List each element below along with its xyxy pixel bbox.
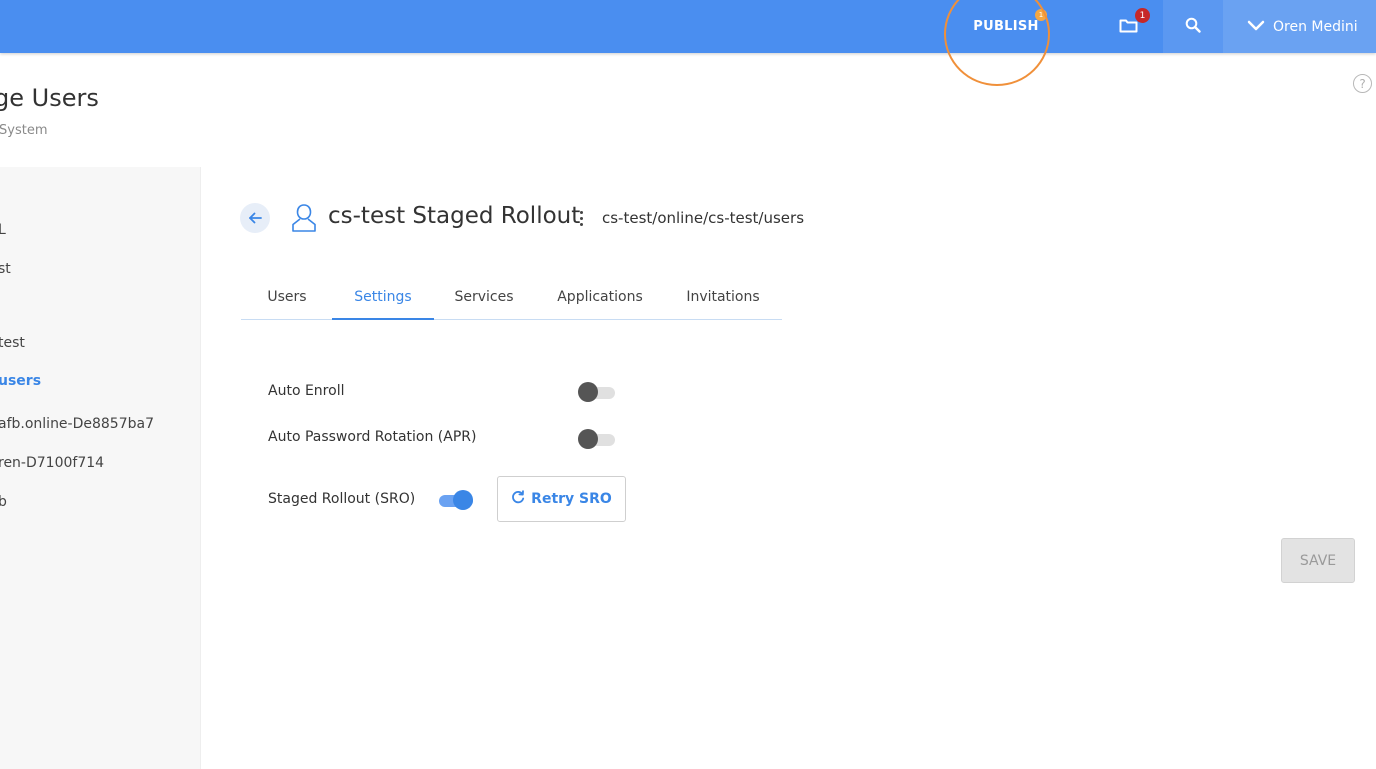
retry-sro-button[interactable]: Retry SRO	[497, 476, 626, 522]
user-group-icon	[289, 202, 319, 238]
arrow-left-icon	[248, 209, 262, 228]
sidebar: L st test users afb.online-De8857ba7 ren…	[0, 167, 201, 769]
folder-button[interactable]	[1100, 0, 1156, 53]
group-path: cs-test/online/cs-test/users	[602, 209, 805, 227]
retry-sro-label: Retry SRO	[531, 491, 612, 507]
refresh-icon	[511, 490, 531, 508]
user-menu-button[interactable]: Oren Medini	[1223, 0, 1376, 53]
search-icon	[1185, 17, 1201, 37]
page-title: ge Users	[0, 84, 99, 112]
tab-services[interactable]: Services	[448, 278, 520, 320]
publish-label: PUBLISH	[973, 19, 1039, 34]
save-button[interactable]: SAVE	[1281, 538, 1355, 583]
tab-settings[interactable]: Settings	[332, 278, 434, 320]
auto-enroll-toggle[interactable]	[578, 381, 616, 403]
tab-users[interactable]: Users	[256, 278, 318, 320]
user-name: Oren Medini	[1273, 18, 1358, 35]
chevron-down-icon	[1247, 19, 1273, 35]
apr-toggle[interactable]	[578, 428, 616, 450]
back-button[interactable]	[240, 203, 270, 233]
group-title: cs-test Staged Rollout	[328, 203, 581, 229]
search-button[interactable]	[1163, 0, 1223, 53]
page-subtitle: System	[0, 123, 48, 138]
sidebar-item[interactable]: L	[0, 222, 6, 238]
notification-badge: 1	[1135, 8, 1150, 23]
top-bar: PUBLISH 1 1 Oren Medini	[0, 0, 1376, 53]
tab-applications[interactable]: Applications	[550, 278, 650, 320]
tab-invitations[interactable]: Invitations	[680, 278, 766, 320]
sro-label: Staged Rollout (SRO)	[268, 491, 416, 507]
sidebar-item[interactable]: afb.online-De8857ba7	[0, 416, 154, 432]
more-options-icon[interactable]	[574, 207, 588, 229]
sidebar-item[interactable]: ren-D7100f714	[0, 455, 104, 471]
sidebar-item[interactable]: b	[0, 494, 7, 510]
publish-button[interactable]: PUBLISH	[960, 0, 1052, 53]
sidebar-item[interactable]: st	[0, 261, 11, 277]
help-icon[interactable]: ?	[1353, 74, 1372, 93]
sidebar-item-active[interactable]: users	[0, 373, 41, 389]
sro-toggle[interactable]	[436, 489, 474, 511]
tab-bar: Users Settings Services Applications Inv…	[241, 278, 782, 320]
sidebar-item[interactable]: test	[0, 335, 25, 351]
publish-badge: 1	[1035, 9, 1047, 21]
folder-icon	[1119, 17, 1138, 37]
apr-label: Auto Password Rotation (APR)	[268, 429, 477, 445]
auto-enroll-label: Auto Enroll	[268, 383, 345, 399]
